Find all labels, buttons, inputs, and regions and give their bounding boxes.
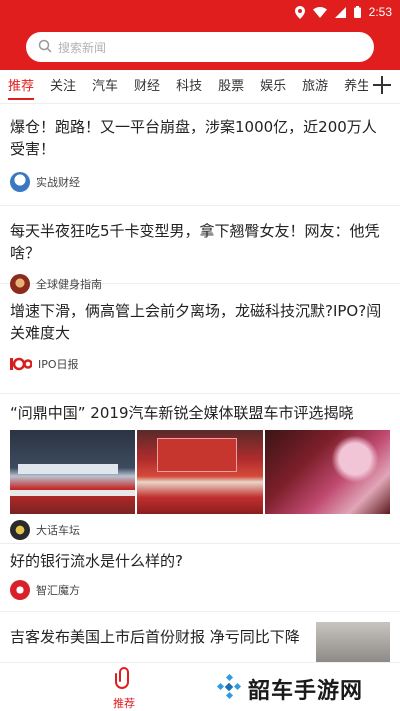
nav-recommend[interactable]: 推荐	[104, 667, 144, 710]
news-photo	[264, 430, 390, 514]
source-logo-icon	[10, 520, 30, 540]
news-source: 全球健身指南	[36, 278, 102, 291]
tab-tech[interactable]: 科技	[168, 70, 210, 104]
ipo-logo-icon	[10, 354, 32, 374]
news-source: IPO日报	[38, 358, 79, 371]
brand-watermark: 韶车手游网	[216, 673, 363, 705]
news-meta: 实战财经	[10, 172, 390, 192]
tab-follow[interactable]: 关注	[42, 70, 84, 104]
news-title: 每天半夜狂吃5千卡变型男，拿下翘臀女友！网友：他凭啥？	[10, 222, 380, 262]
news-item[interactable]: 爆仓！跑路！又一平台崩盘，涉案1000亿，近200万人受害！ 实战财经	[0, 104, 400, 206]
brand-text: 韶车手游网	[248, 679, 364, 704]
category-tabs: 推荐 关注 汽车 财经 科技 股票 娱乐 旅游 养生	[0, 70, 400, 104]
news-title: 吉客发布美国上市后首份财报 净亏同比下降	[10, 628, 300, 646]
tab-finance[interactable]: 财经	[126, 70, 168, 104]
location-icon	[294, 5, 305, 19]
battery-icon	[353, 6, 361, 18]
tab-entertainment[interactable]: 娱乐	[252, 70, 294, 104]
news-title: 好的银行流水是什么样的?	[10, 552, 183, 570]
tab-stocks[interactable]: 股票	[210, 70, 252, 104]
news-item[interactable]: “问鼎中国” 2019汽车新锐全媒体联盟车市评选揭晓 大话车坛	[0, 394, 400, 544]
paperclip-icon	[115, 667, 133, 693]
source-logo-icon	[10, 274, 30, 294]
news-source: 智汇魔方	[36, 584, 80, 597]
tab-health[interactable]: 养生	[336, 70, 368, 104]
wifi-icon	[312, 6, 327, 18]
tab-travel[interactable]: 旅游	[294, 70, 336, 104]
news-title: 增速下滑，俩高管上会前夕离场，龙磁科技沉默?IPO?闯关难度大	[10, 302, 382, 342]
search-placeholder: 搜索新闻	[58, 40, 107, 55]
news-source: 大话车坛	[36, 524, 80, 537]
add-tab-button[interactable]	[370, 75, 394, 99]
tab-auto[interactable]: 汽车	[84, 70, 126, 104]
nav-recommend-label: 推荐	[113, 697, 135, 710]
signal-icon	[334, 6, 346, 18]
news-meta: 智汇魔方	[10, 580, 390, 600]
news-title: “问鼎中国” 2019汽车新锐全媒体联盟车市评选揭晓	[10, 404, 354, 422]
news-meta: 大话车坛	[10, 520, 390, 540]
news-item[interactable]: 吉客发布美国上市后首份财报 净亏同比下降	[0, 612, 400, 662]
news-title: 爆仓！跑路！又一平台崩盘，涉案1000亿，近200万人受害！	[10, 118, 377, 158]
tab-recommend[interactable]: 推荐	[0, 70, 42, 104]
tab-list: 推荐 关注 汽车 财经 科技 股票 娱乐 旅游 养生	[0, 70, 368, 104]
news-meta: IPO日报	[10, 354, 390, 374]
news-photos	[10, 430, 390, 514]
news-photo	[10, 430, 136, 514]
header: 搜索新闻	[0, 24, 400, 70]
news-item[interactable]: 好的银行流水是什么样的? 智汇魔方	[0, 544, 400, 612]
source-logo-icon	[10, 172, 30, 192]
status-time: 2:53	[368, 5, 392, 19]
source-logo-icon	[10, 580, 30, 600]
status-bar: 2:53	[0, 0, 400, 24]
news-source: 实战财经	[36, 176, 80, 189]
news-item[interactable]: 每天半夜狂吃5千卡变型男，拿下翘臀女友！网友：他凭啥？ 全球健身指南	[0, 206, 400, 294]
search-icon	[38, 38, 52, 57]
bottom-nav: 推荐 韶车手游网	[0, 662, 400, 711]
news-thumbnail	[316, 622, 390, 662]
search-input[interactable]: 搜索新闻	[26, 32, 374, 62]
news-feed: 爆仓！跑路！又一平台崩盘，涉案1000亿，近200万人受害！ 实战财经 每天半夜…	[0, 104, 400, 662]
news-item[interactable]: 增速下滑，俩高管上会前夕离场，龙磁科技沉默?IPO?闯关难度大 IPO日报	[0, 284, 400, 394]
plus-icon	[373, 76, 391, 98]
brand-logo-icon	[216, 673, 242, 704]
news-photo	[137, 430, 263, 514]
